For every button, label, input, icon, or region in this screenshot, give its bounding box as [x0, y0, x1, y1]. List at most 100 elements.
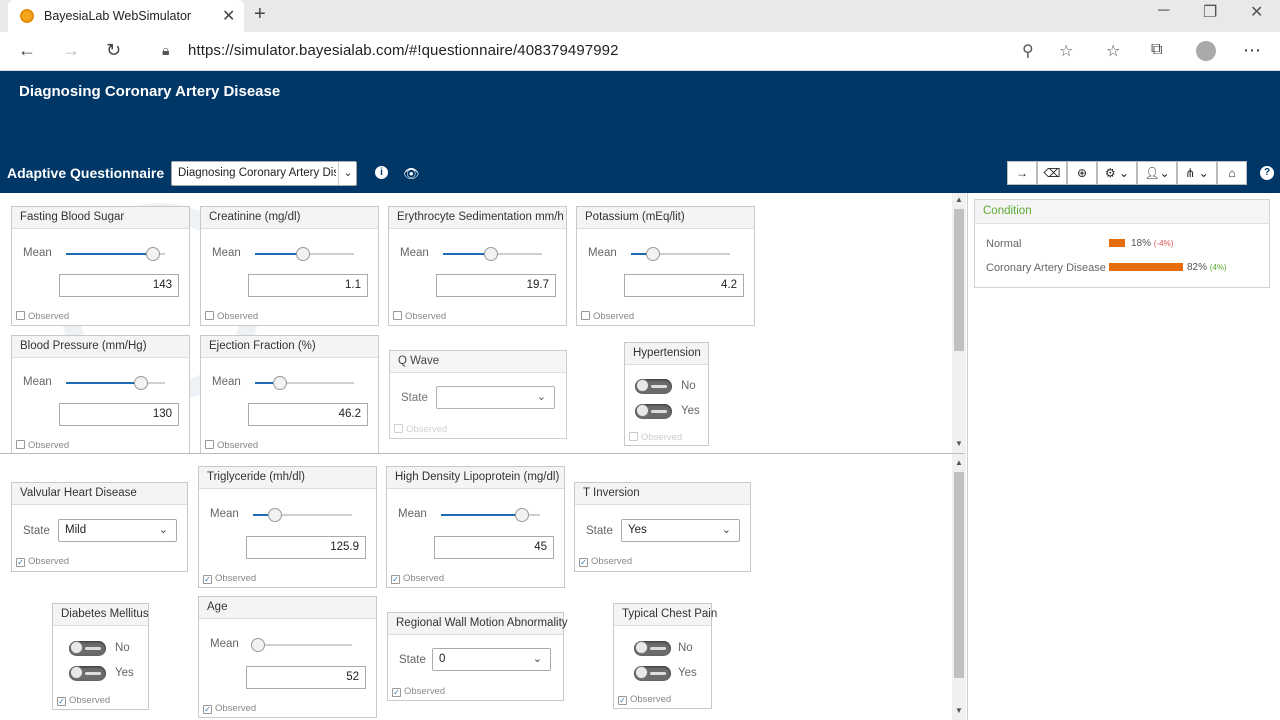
scroll-thumb[interactable]: [954, 472, 964, 678]
scroll-up-icon[interactable]: ▲: [952, 195, 966, 204]
eraser-icon[interactable]: ⌫: [1037, 161, 1067, 185]
minimize-icon[interactable]: ─: [1158, 2, 1169, 20]
observed-checkbox[interactable]: ✓ Observed: [618, 694, 671, 705]
fasting-blood-sugar-input[interactable]: 143: [59, 274, 179, 297]
hypertension-no-toggle[interactable]: [635, 379, 672, 394]
esr-slider[interactable]: [443, 247, 542, 261]
tab-close-icon[interactable]: ✕: [222, 6, 235, 26]
mean-label: Mean: [212, 247, 241, 259]
observed-checkbox[interactable]: ✓ Observed: [203, 573, 256, 584]
q-wave-select[interactable]: ⌄: [436, 386, 555, 409]
diabetes-yes-toggle[interactable]: [69, 666, 106, 681]
blood-pressure-slider[interactable]: [66, 376, 165, 390]
hdl-slider[interactable]: [441, 508, 540, 522]
zoom-icon[interactable]: ⚲: [1022, 41, 1034, 61]
card-valvular-heart-disease: Valvular Heart Disease State Mild ⌄ ✓ Obs…: [11, 482, 188, 572]
observed-checkbox[interactable]: ✓ Observed: [57, 695, 110, 706]
observed-checkbox[interactable]: ✓ Observed: [391, 573, 444, 584]
card-title: Creatinine (mg/dl): [201, 207, 378, 229]
observed-checkbox[interactable]: Observed: [205, 311, 258, 322]
age-input[interactable]: 52: [246, 666, 366, 689]
top-pane-scrollbar[interactable]: ▲ ▼: [952, 193, 966, 453]
slider-thumb[interactable]: [146, 247, 160, 261]
observed-checkbox[interactable]: Observed: [394, 424, 447, 435]
potassium-input[interactable]: 4.2: [624, 274, 744, 297]
creatinine-input[interactable]: 1.1: [248, 274, 368, 297]
favorites-icon[interactable]: ☆: [1106, 41, 1120, 61]
settings-menu-icon[interactable]: ⚙ ⌄: [1097, 161, 1137, 185]
observed-checkbox[interactable]: Observed: [16, 311, 69, 322]
mean-label: Mean: [23, 247, 52, 259]
hypertension-yes-toggle[interactable]: [635, 404, 672, 419]
slider-thumb[interactable]: [646, 247, 660, 261]
forward-icon[interactable]: →: [62, 40, 80, 61]
slider-thumb[interactable]: [296, 247, 310, 261]
observed-checkbox[interactable]: Observed: [629, 432, 682, 443]
observed-checkbox[interactable]: Observed: [205, 440, 258, 451]
fasting-blood-sugar-slider[interactable]: [66, 247, 165, 261]
hdl-input[interactable]: 45: [434, 536, 554, 559]
observed-checkbox[interactable]: ✓ Observed: [579, 556, 632, 567]
browser-tab[interactable]: BayesiaLab WebSimulator ✕: [8, 0, 244, 32]
scroll-thumb[interactable]: [954, 209, 964, 351]
toggle-label: No: [678, 642, 693, 654]
arrow-right-icon[interactable]: →: [1007, 161, 1037, 185]
address-bar[interactable]: 🔒︎ https://simulator.bayesialab.com/#!qu…: [144, 36, 1094, 66]
potassium-slider[interactable]: [631, 247, 730, 261]
chest-pain-yes-toggle[interactable]: [634, 666, 671, 681]
slider-thumb[interactable]: [273, 376, 287, 390]
triglyceride-input[interactable]: 125.9: [246, 536, 366, 559]
slider-thumb[interactable]: [484, 247, 498, 261]
slider-thumb[interactable]: [134, 376, 148, 390]
star-icon[interactable]: ☆: [1059, 41, 1073, 61]
diabetes-no-toggle[interactable]: [69, 641, 106, 656]
user-menu-icon[interactable]: 👤︎⌄: [1137, 161, 1177, 185]
url-text[interactable]: https://simulator.bayesialab.com/#!quest…: [188, 42, 619, 59]
back-icon[interactable]: ←: [18, 40, 36, 61]
observed-checkbox[interactable]: Observed: [581, 311, 634, 322]
blood-pressure-input[interactable]: 130: [59, 403, 179, 426]
triglyceride-slider[interactable]: [253, 508, 352, 522]
observed-checkbox[interactable]: Observed: [393, 311, 446, 322]
more-icon[interactable]: ⋯: [1243, 40, 1261, 61]
home-icon[interactable]: ⌂: [1217, 161, 1247, 185]
age-slider[interactable]: [251, 638, 352, 652]
slider-thumb[interactable]: [268, 508, 282, 522]
ejection-fraction-input[interactable]: 46.2: [248, 403, 368, 426]
ejection-fraction-slider[interactable]: [255, 376, 354, 390]
slider-thumb[interactable]: [515, 508, 529, 522]
slider-thumb[interactable]: [251, 638, 265, 652]
reload-icon[interactable]: ↻: [106, 40, 121, 61]
hierarchy-menu-icon[interactable]: ⋔ ⌄: [1177, 161, 1217, 185]
observed-checkbox[interactable]: ✓ Observed: [392, 686, 445, 697]
bottom-pane-scrollbar[interactable]: ▲ ▼: [952, 454, 966, 720]
card-title: Regional Wall Motion Abnormality: [388, 613, 568, 635]
t-inversion-select[interactable]: Yes ⌄: [621, 519, 740, 542]
observed-checkbox[interactable]: Observed: [16, 440, 69, 451]
scroll-up-icon[interactable]: ▲: [952, 458, 966, 467]
add-circle-icon[interactable]: ⊕: [1067, 161, 1097, 185]
new-tab-icon[interactable]: +: [254, 3, 266, 26]
card-title: Fasting Blood Sugar: [12, 207, 189, 229]
observed-checkbox[interactable]: ✓ Observed: [203, 703, 256, 714]
help-icon[interactable]: ?: [1260, 166, 1274, 180]
observed-checkbox[interactable]: ✓ Observed: [16, 556, 69, 567]
esr-input[interactable]: 19.7: [436, 274, 556, 297]
scroll-down-icon[interactable]: ▼: [952, 706, 966, 715]
questionnaire-select[interactable]: Diagnosing Coronary Artery Disease ⌄: [171, 161, 357, 186]
valvular-heart-disease-value: Mild: [65, 524, 87, 536]
restore-icon[interactable]: ❐: [1203, 2, 1217, 22]
eye-icon[interactable]: 👁︎: [403, 166, 420, 182]
creatinine-slider[interactable]: [255, 247, 354, 261]
chest-pain-no-toggle[interactable]: [634, 641, 671, 656]
card-ejection-fraction: Ejection Fraction (%) Mean 46.2 Observed: [200, 335, 379, 453]
valvular-heart-disease-select[interactable]: Mild ⌄: [58, 519, 177, 542]
window-close-icon[interactable]: ✕: [1250, 2, 1263, 22]
profile-icon[interactable]: [1196, 41, 1216, 61]
card-age: Age Mean 52 ✓ Observed: [198, 596, 377, 718]
rwma-select[interactable]: 0 ⌄: [432, 648, 551, 671]
toggle-label: Yes: [678, 667, 697, 679]
info-icon[interactable]: i: [375, 166, 388, 179]
scroll-down-icon[interactable]: ▼: [952, 439, 966, 448]
collections-icon[interactable]: ⧉: [1151, 41, 1162, 59]
